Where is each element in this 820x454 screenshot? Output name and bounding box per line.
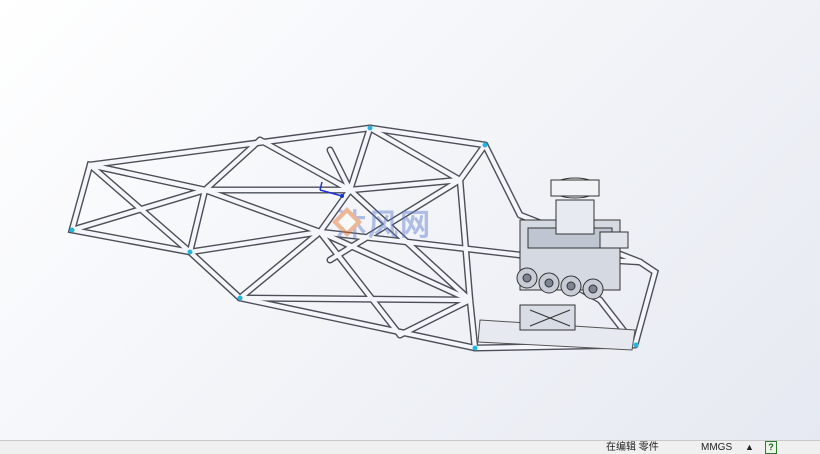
edit-mode-status: 在编辑 零件 xyxy=(606,442,659,453)
watermark-logo-icon xyxy=(332,207,362,237)
3d-viewport[interactable]: 沐风网 xyxy=(0,0,820,440)
help-icon[interactable]: ? xyxy=(765,441,777,454)
watermark: 沐风网 xyxy=(330,205,432,242)
unit-system-button[interactable]: MMGS xyxy=(701,441,732,454)
chevron-up-icon[interactable]: ▲ xyxy=(745,441,754,454)
status-bar: 在编辑 零件 MMGS ▲ ? xyxy=(0,440,820,454)
engine-assembly[interactable] xyxy=(516,177,629,331)
